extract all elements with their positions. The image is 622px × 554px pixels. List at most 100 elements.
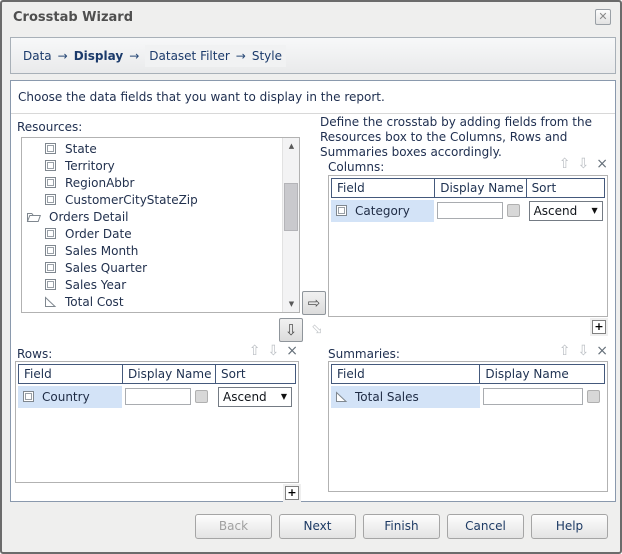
arrow-diagonal-icon: ⇩ xyxy=(308,320,328,340)
display-name-cell xyxy=(434,202,525,219)
step-data[interactable]: Data xyxy=(23,49,52,63)
sort-cell: Ascend ▼ xyxy=(526,200,605,221)
summary-field-icon xyxy=(336,391,348,402)
dialog-buttons: Back Next Finish Cancel Help xyxy=(195,514,608,539)
field-icon xyxy=(45,160,56,171)
tree-item-order-date[interactable]: Order Date xyxy=(22,225,281,242)
field-icon xyxy=(336,205,347,216)
display-name-cell xyxy=(480,388,605,405)
rows-panel: Field Display Name Sort Country Ascend ▼ xyxy=(15,361,299,483)
rows-move-down-icon[interactable]: ⇩ xyxy=(268,343,280,359)
tree-item-orders-detail[interactable]: Orders Detail xyxy=(22,208,281,225)
column-header-display-name: Display Name xyxy=(122,364,216,384)
tree-item-regionabbr[interactable]: RegionAbbr xyxy=(22,174,281,191)
step-arrow-icon: → xyxy=(235,48,246,63)
display-name-input[interactable] xyxy=(437,202,504,219)
scroll-up-icon[interactable]: ▲ xyxy=(283,138,299,154)
step-arrow-icon: → xyxy=(57,48,68,63)
add-row-field-button[interactable]: + xyxy=(285,486,299,500)
crosstab-wizard-dialog: Crosstab Wizard ✕ Data → Display → Datas… xyxy=(0,0,622,554)
arrow-right-icon: ⇨ xyxy=(307,294,321,312)
summary-field-icon xyxy=(45,296,57,307)
field-icon xyxy=(45,228,56,239)
step-dataset-filter[interactable]: Dataset Filter xyxy=(149,49,230,63)
cancel-button[interactable]: Cancel xyxy=(447,514,524,539)
field-icon xyxy=(45,194,56,205)
field-cell[interactable]: Category xyxy=(331,199,435,222)
rows-row-country[interactable]: Country Ascend ▼ xyxy=(18,385,296,408)
tree-item-sales-month[interactable]: Sales Month xyxy=(22,242,281,259)
tree-item-territory[interactable]: Territory xyxy=(22,157,281,174)
add-to-summaries-button[interactable]: ⇩ xyxy=(307,319,329,341)
columns-table-header: Field Display Name Sort xyxy=(331,178,605,198)
field-cell[interactable]: Country xyxy=(18,385,122,408)
display-name-ellipsis-button[interactable] xyxy=(586,390,600,403)
chevron-down-icon: ▼ xyxy=(280,392,287,401)
finish-button[interactable]: Finish xyxy=(363,514,440,539)
display-name-ellipsis-button[interactable] xyxy=(195,390,208,403)
tree-item-sales-year[interactable]: Sales Year xyxy=(22,276,281,293)
display-name-input[interactable] xyxy=(125,388,191,405)
arrow-down-icon: ⇩ xyxy=(284,321,298,339)
tree-item-sales-quarter[interactable]: Sales Quarter xyxy=(22,259,281,276)
display-name-input[interactable] xyxy=(482,388,583,405)
columns-remove-icon[interactable]: × xyxy=(596,156,608,172)
summaries-table-header: Field Display Name xyxy=(331,364,605,384)
columns-label: Columns: xyxy=(328,160,385,174)
tree-item-total-cost[interactable]: Total Cost xyxy=(22,293,281,310)
add-to-columns-button[interactable]: ⇨ xyxy=(302,291,326,315)
summaries-panel: Field Display Name Total Sales xyxy=(328,361,608,492)
sort-dropdown[interactable]: Ascend ▼ xyxy=(528,200,603,221)
back-button[interactable]: Back xyxy=(195,514,272,539)
summaries-remove-icon[interactable]: × xyxy=(596,343,608,359)
define-hint: Define the crosstab by adding fields fro… xyxy=(320,115,592,159)
rows-move-up-icon[interactable]: ⇧ xyxy=(249,343,261,359)
summaries-move-down-icon[interactable]: ⇩ xyxy=(578,343,590,359)
rows-label: Rows: xyxy=(17,347,53,361)
scrollbar-thumb[interactable] xyxy=(284,183,298,231)
summaries-row-total-sales[interactable]: Total Sales xyxy=(331,385,605,408)
resources-label: Resources: xyxy=(17,120,83,134)
display-name-ellipsis-button[interactable] xyxy=(507,204,521,217)
add-to-rows-button[interactable]: ⇩ xyxy=(279,318,303,342)
help-button[interactable]: Help xyxy=(531,514,608,539)
columns-panel: Field Display Name Sort Category Ascend … xyxy=(328,175,608,317)
tree-item-customercitystatezip[interactable]: CustomerCityStateZip xyxy=(22,191,281,208)
next-button[interactable]: Next xyxy=(279,514,356,539)
column-header-display-name: Display Name xyxy=(434,178,527,198)
columns-row-category[interactable]: Category Ascend ▼ xyxy=(331,199,605,222)
column-header-field: Field xyxy=(331,178,436,198)
sort-cell: Ascend ▼ xyxy=(215,386,296,407)
column-header-sort: Sort xyxy=(215,364,296,384)
title-bar: Crosstab Wizard ✕ xyxy=(2,2,620,32)
resources-scrollbar[interactable]: ▲ ▼ xyxy=(282,138,299,312)
folder-icon xyxy=(26,213,41,222)
summaries-label: Summaries: xyxy=(328,347,400,361)
wizard-steps: Data → Display → Dataset Filter → Style xyxy=(10,37,616,74)
field-cell[interactable]: Total Sales xyxy=(331,385,480,408)
field-icon xyxy=(45,262,56,273)
step-style[interactable]: Style xyxy=(252,49,282,63)
step-display[interactable]: Display xyxy=(74,49,123,63)
add-column-field-button[interactable]: + xyxy=(592,320,606,334)
columns-move-down-icon[interactable]: ⇩ xyxy=(578,156,590,172)
scroll-down-icon[interactable]: ▼ xyxy=(283,296,299,312)
field-icon xyxy=(45,143,56,154)
close-icon[interactable]: ✕ xyxy=(595,9,611,25)
field-icon xyxy=(23,391,34,402)
resources-tree: State Territory RegionAbbr CustomerCityS… xyxy=(21,137,300,313)
columns-move-up-icon[interactable]: ⇧ xyxy=(559,156,571,172)
step-arrow-icon: → xyxy=(129,48,140,63)
column-header-field: Field xyxy=(18,364,123,384)
rows-remove-icon[interactable]: × xyxy=(286,343,298,359)
tree-item-state[interactable]: State xyxy=(22,140,281,157)
wizard-content: Choose the data fields that you want to … xyxy=(10,80,616,502)
field-icon xyxy=(45,245,56,256)
column-header-display-name: Display Name xyxy=(479,364,605,384)
field-icon xyxy=(45,177,56,188)
sort-dropdown[interactable]: Ascend ▼ xyxy=(218,386,292,407)
field-icon xyxy=(45,279,56,290)
column-header-sort: Sort xyxy=(525,178,605,198)
dialog-title: Crosstab Wizard xyxy=(13,10,134,25)
summaries-move-up-icon[interactable]: ⇧ xyxy=(559,343,571,359)
